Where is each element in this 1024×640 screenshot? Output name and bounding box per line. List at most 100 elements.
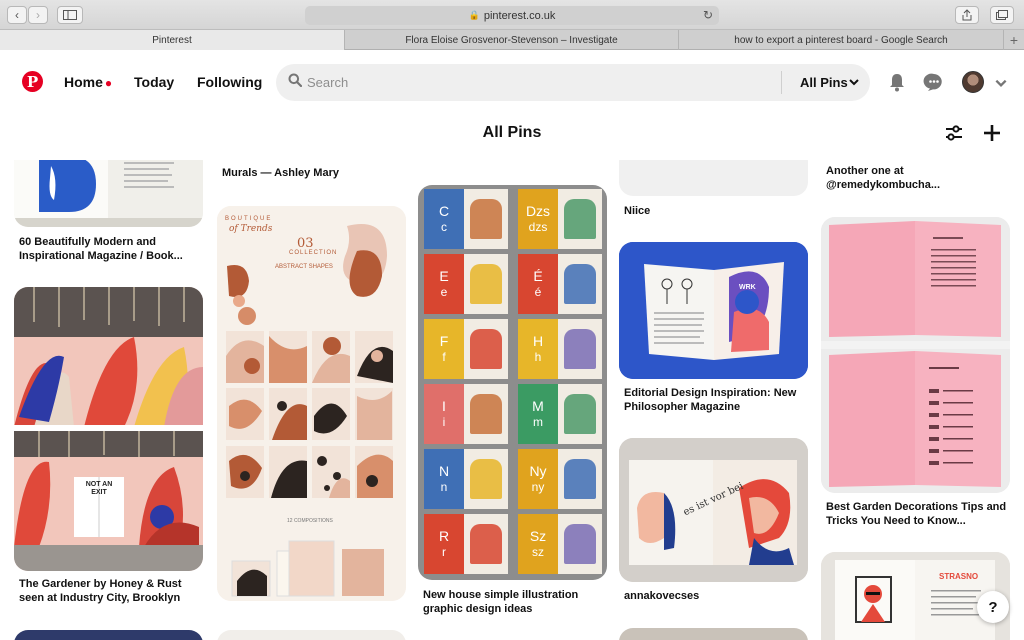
settings-sliders-icon[interactable] (944, 123, 964, 143)
letter-cover: Rr (424, 514, 464, 574)
help-icon[interactable]: ? (977, 591, 1009, 623)
tab-investigate[interactable]: Flora Eloise Grosvenor-Stevenson – Inves… (345, 30, 679, 50)
letter-cover: Dzs dzs (518, 189, 558, 249)
letter-cover: Mm (518, 384, 558, 444)
pin-image[interactable]: BOUTIQUE of Trends 03 COLLECTION ABSTRAC… (217, 206, 406, 601)
url-text: pinterest.co.uk (483, 9, 556, 22)
letter-book: Nn (424, 449, 508, 509)
tab-google-search[interactable]: how to export a pinterest board - Google… (679, 30, 1004, 50)
pin-image[interactable] (619, 628, 808, 640)
browser-toolbar: ‹ › 🔒 pinterest.co.uk ↻ (0, 0, 1024, 30)
search-bar[interactable]: Search All Pins (276, 64, 870, 101)
nav-home[interactable]: Home ● (64, 74, 112, 90)
new-tab-icon[interactable]: + (1004, 30, 1024, 49)
letter-illustration (564, 329, 596, 369)
pin-overlay-text: WRK (739, 284, 756, 291)
notification-dot: ● (104, 76, 113, 90)
reload-icon[interactable]: ↻ (703, 8, 713, 22)
forward-icon[interactable]: › (28, 6, 48, 24)
letter-illustration (470, 524, 502, 564)
pin-image[interactable] (619, 160, 808, 196)
letter-upper: E (439, 268, 449, 284)
pin-title[interactable]: Another one at @remedykombucha... (826, 164, 1010, 192)
address-bar[interactable]: 🔒 pinterest.co.uk ↻ (305, 6, 719, 25)
bell-icon[interactable] (886, 71, 908, 93)
letter-illustration (564, 264, 596, 304)
letter-upper: N (438, 463, 450, 479)
search-divider (781, 71, 782, 94)
pin-overlay-text: STRASNO (939, 572, 979, 581)
chat-icon[interactable] (923, 71, 945, 93)
pin-image[interactable] (217, 630, 406, 640)
letter-cover: Ff (424, 319, 464, 379)
pin-title[interactable]: The Gardener by Honey & Rust seen at Ind… (19, 577, 203, 605)
account-chevron-icon[interactable] (994, 76, 1008, 90)
letter-lower: f (442, 350, 446, 364)
nav-following[interactable]: Following (197, 74, 262, 90)
letter-book: Dzs dzs (518, 189, 602, 249)
letter-upper: M (532, 398, 544, 414)
letter-cover: Hh (518, 319, 558, 379)
letter-book: Ny ny (518, 449, 602, 509)
pin-title[interactable]: New house simple illustration graphic de… (423, 588, 607, 616)
letter-lower: dzs (528, 220, 548, 234)
letter-illustration (564, 199, 596, 239)
lock-icon: 🔒 (468, 10, 480, 20)
letter-cover: Éé (518, 254, 558, 314)
letter-illustration (470, 459, 502, 499)
pin-overlay-text: BOUTIQUE (225, 216, 273, 222)
nav-today[interactable]: Today (134, 74, 174, 90)
letter-cover: Ny ny (518, 449, 558, 509)
pin-title[interactable]: 60 Beautifully Modern and Inspirational … (19, 235, 203, 263)
letter-upper: C (438, 203, 450, 219)
letter-upper: Dzs (525, 203, 551, 219)
letter-lower: r (442, 545, 446, 559)
pin-image[interactable]: WRK (619, 242, 808, 379)
pin-overlay-text: of Trends (229, 224, 273, 234)
letter-lower: ny (531, 480, 545, 494)
pin-overlay-text: 12 COMPOSITIONS (287, 518, 333, 524)
letter-book: Ee (424, 254, 508, 314)
letter-upper: R (438, 528, 450, 544)
page-title: All Pins (482, 124, 542, 141)
tabs-overview-icon[interactable] (990, 6, 1014, 24)
letter-book: Ff (424, 319, 508, 379)
sign-text: NOT AN EXIT (85, 481, 113, 496)
letter-lower: m (533, 415, 543, 429)
sidebar-icon[interactable] (57, 6, 83, 24)
pin-title[interactable]: Best Garden Decorations Tips and Tricks … (826, 500, 1010, 528)
pinterest-logo-icon[interactable]: P (22, 71, 43, 92)
letter-cover: Nn (424, 449, 464, 509)
letter-upper: H (532, 333, 544, 349)
letter-book: Mm (518, 384, 602, 444)
pin-title[interactable]: Murals — Ashley Mary (222, 166, 406, 180)
letter-book: Éé (518, 254, 602, 314)
letter-upper: Sz (529, 528, 547, 544)
chevron-down-icon[interactable] (848, 76, 860, 88)
tab-pinterest[interactable]: Pinterest (0, 30, 345, 50)
pin-image[interactable] (821, 217, 1010, 493)
letter-cover: Sz sz (518, 514, 558, 574)
nav-home-label: Home (64, 74, 103, 90)
pin-image[interactable]: NOT AN EXIT (14, 287, 203, 571)
letter-upper: Ny (529, 463, 547, 479)
pin-title[interactable]: Editorial Design Inspiration: New Philos… (624, 386, 808, 414)
letter-illustration (470, 199, 502, 239)
pin-image[interactable] (14, 630, 203, 640)
letter-lower: e (440, 285, 448, 299)
share-icon[interactable] (955, 6, 979, 24)
pin-image[interactable] (14, 160, 203, 227)
search-filter-dropdown[interactable]: All Pins (800, 75, 848, 90)
letter-lower: sz (532, 545, 544, 559)
letter-illustration (470, 394, 502, 434)
pin-title[interactable]: Niice (624, 204, 808, 218)
search-input[interactable]: Search (307, 75, 348, 90)
pin-image[interactable]: Cc Dzs dzs Ee Éé Ff Hh Ii Mm Nn Ny ny Rr Sz sz (418, 185, 607, 580)
search-icon (288, 73, 302, 87)
letter-upper: I (442, 398, 446, 414)
avatar[interactable] (962, 71, 984, 93)
back-icon[interactable]: ‹ (7, 6, 27, 24)
pin-image[interactable]: es ist vor bei (619, 438, 808, 582)
plus-icon[interactable] (982, 123, 1002, 143)
pin-title[interactable]: annakovecses (624, 589, 808, 603)
